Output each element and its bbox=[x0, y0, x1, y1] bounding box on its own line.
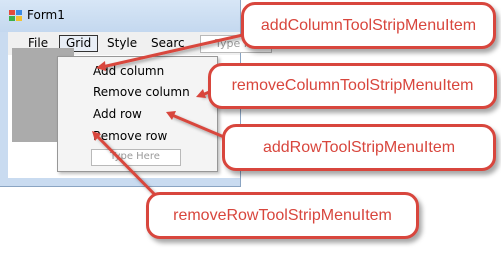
callout-remove-column: removeColumnToolStripMenuItem bbox=[208, 63, 497, 109]
callout-add-column: addColumnToolStripMenuItem bbox=[241, 2, 496, 49]
arrow-add-column bbox=[100, 30, 258, 69]
arrowhead-remove-column bbox=[196, 89, 206, 98]
arrowhead-add-column bbox=[96, 61, 106, 71]
callout-add-row: addRowToolStripMenuItem bbox=[222, 124, 496, 171]
screenshot: Form1 File Grid Style Search Type Here A… bbox=[0, 0, 501, 255]
callout-remove-row: removeRowToolStripMenuItem bbox=[146, 192, 419, 239]
